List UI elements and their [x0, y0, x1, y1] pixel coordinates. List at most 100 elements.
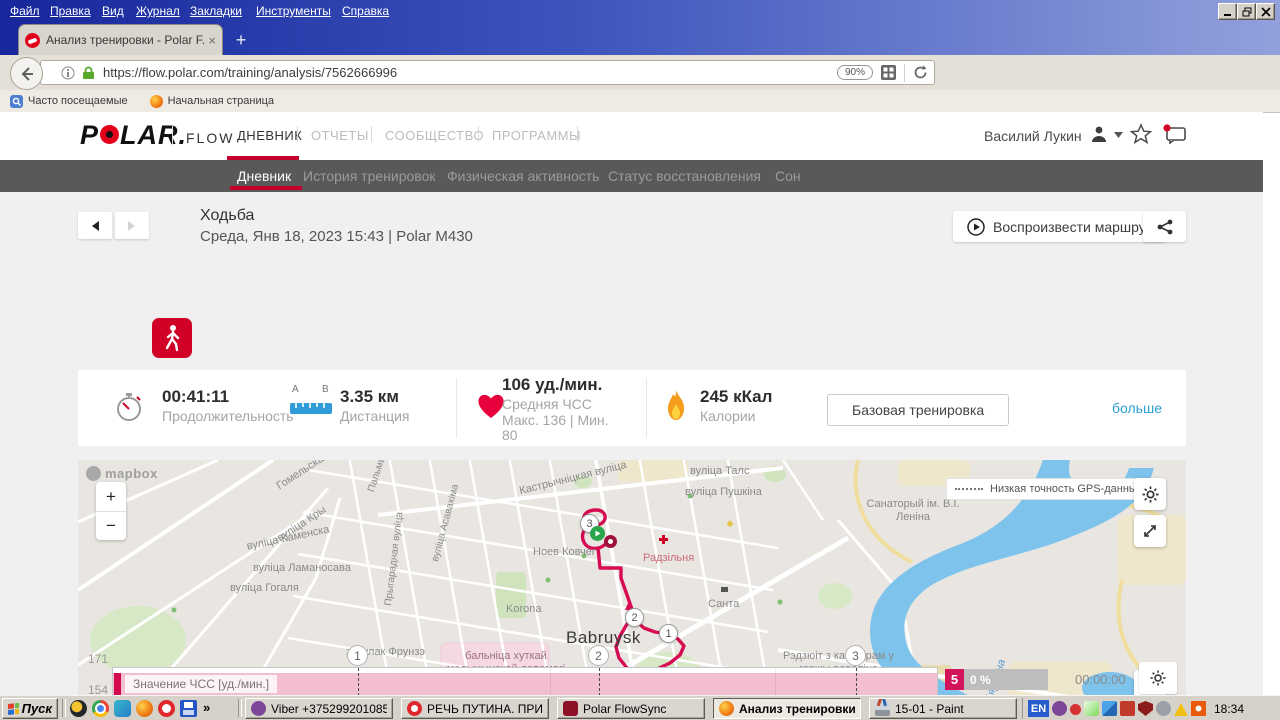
- map-zoom-in-button[interactable]: +: [96, 482, 126, 512]
- nav-diary[interactable]: ДНЕВНИК: [237, 128, 302, 143]
- tray-icon-3[interactable]: [1084, 701, 1099, 716]
- task-label: Viber +375299201085: [271, 701, 387, 716]
- subnav-sleep[interactable]: Сон: [775, 168, 801, 184]
- language-indicator[interactable]: EN: [1028, 700, 1049, 717]
- task-label: Анализ тренировки ...: [739, 701, 855, 716]
- menu-view[interactable]: Вид: [102, 4, 124, 18]
- subnav-diary[interactable]: Дневник: [237, 168, 291, 184]
- poi-label-noev-kovcheg: Ноев Ковчег: [533, 546, 596, 558]
- chart-y-tick-171: 171: [87, 652, 108, 666]
- start-button[interactable]: Пуск: [2, 698, 58, 719]
- quicklaunch-icon-3[interactable]: [114, 700, 131, 717]
- quicklaunch-firefox-icon[interactable]: [136, 700, 153, 717]
- page-info-icon[interactable]: [61, 66, 75, 80]
- back-button[interactable]: [10, 57, 43, 90]
- more-link[interactable]: больше: [1112, 400, 1162, 416]
- menu-bookmarks[interactable]: Закладки: [190, 4, 242, 18]
- tray-icon-7[interactable]: [1156, 701, 1171, 716]
- mapbox-logo[interactable]: mapbox: [86, 466, 158, 481]
- prev-training-button[interactable]: [78, 212, 112, 239]
- next-arrow-icon: [128, 220, 135, 231]
- tray-icon-5[interactable]: [1120, 701, 1135, 716]
- menu-edit[interactable]: Правка: [50, 4, 91, 18]
- notifications-icon[interactable]: [1163, 124, 1187, 144]
- training-benefit-button[interactable]: Базовая тренировка: [827, 394, 1010, 426]
- bookmark-frequent[interactable]: Часто посещаемые: [10, 94, 128, 108]
- tray-viber-icon[interactable]: [1052, 701, 1067, 716]
- map-zoom-out-button[interactable]: −: [96, 512, 126, 540]
- taskbar-divider: [238, 699, 242, 717]
- user-name[interactable]: Василий Лукин: [984, 128, 1082, 144]
- quicklaunch-chrome-icon[interactable]: [92, 700, 109, 717]
- zoom-level-badge[interactable]: 90%: [836, 65, 873, 80]
- quicklaunch-overflow-chevron[interactable]: »: [203, 700, 210, 715]
- desktop: Файл Правка Вид Журнал Закладки Инструме…: [0, 0, 1280, 720]
- subnav-physical-activity[interactable]: Физическая активность: [447, 168, 599, 184]
- close-icon: [1260, 6, 1271, 17]
- task-flowsync[interactable]: Polar FlowSync: [557, 698, 705, 719]
- url-bar[interactable]: https://flow.polar.com/training/analysis…: [40, 60, 935, 85]
- nav-community[interactable]: СООБЩЕСТВО: [385, 128, 484, 143]
- user-caret-down-icon[interactable]: [1114, 132, 1123, 138]
- chart-settings-button[interactable]: [1139, 662, 1177, 694]
- quicklaunch-opera-icon[interactable]: [158, 700, 175, 717]
- poi-label-korona: Korona: [506, 603, 542, 615]
- task-paint[interactable]: 15-01 - Paint: [869, 698, 1017, 719]
- window-restore-button[interactable]: [1237, 3, 1256, 20]
- polar-favicon: [25, 32, 40, 48]
- calories-value: 245 кКал: [700, 387, 773, 406]
- chart-gridline: [550, 668, 551, 695]
- nav-reports[interactable]: ОТЧЕТЫ: [311, 128, 369, 143]
- city-label: Babruysk: [566, 628, 641, 647]
- sport-name: Ходьба: [200, 207, 255, 224]
- menu-tools[interactable]: Инструменты: [256, 4, 331, 18]
- next-training-button[interactable]: [115, 212, 149, 239]
- poi-label-sanatorium: Санаторый ім. В.І. Леніна: [866, 498, 960, 523]
- share-icon: [1157, 219, 1172, 234]
- polar-logo-o: [100, 125, 120, 144]
- favorites-star-icon[interactable]: [1130, 123, 1152, 145]
- tray-icon-9[interactable]: [1191, 701, 1206, 716]
- hr-value: 106 уд./мин.: [502, 375, 603, 394]
- subnav-recovery-status[interactable]: Статус восстановления: [608, 168, 761, 184]
- tray-warning-icon[interactable]: [1174, 702, 1188, 716]
- tray-icon-4[interactable]: [1102, 701, 1117, 716]
- hr-series-start-bar: [114, 673, 121, 695]
- map-settings-button[interactable]: [1134, 478, 1166, 510]
- new-tab-button[interactable]: +: [229, 28, 253, 52]
- menu-history[interactable]: Журнал: [136, 4, 180, 18]
- tray-shield-icon[interactable]: [1138, 701, 1153, 716]
- quicklaunch-icon-1[interactable]: [70, 700, 87, 717]
- task-viber[interactable]: Viber +375299201085: [245, 698, 393, 719]
- subnav-training-history[interactable]: История тренировок: [303, 168, 435, 184]
- reload-icon[interactable]: [913, 65, 928, 80]
- task-opera-video[interactable]: РЕЧЬ ПУТИНА. ПРИГО...: [401, 698, 549, 719]
- share-button[interactable]: [1143, 211, 1186, 242]
- bookmark-label: Часто посещаемые: [28, 95, 128, 107]
- polar-logo[interactable]: P LAR.: [80, 120, 187, 151]
- map-zoom-controls: + −: [96, 482, 126, 540]
- menu-help[interactable]: Справка: [342, 4, 389, 18]
- bookmark-home-page[interactable]: Начальная страница: [149, 94, 274, 108]
- task-label: 15-01 - Paint: [895, 701, 964, 716]
- window-minimize-button[interactable]: [1218, 3, 1237, 20]
- tab-close-icon[interactable]: ×: [208, 33, 216, 48]
- grid-icon[interactable]: [881, 65, 896, 80]
- hr-chart-plot[interactable]: Значение ЧСС [уд./мин.]: [112, 667, 938, 695]
- tray-clock[interactable]: 18:34: [1214, 702, 1244, 716]
- play-circle-icon: [967, 217, 985, 236]
- task-analysis-active[interactable]: Анализ тренировки ...: [713, 698, 861, 719]
- route-map[interactable]: Гомельская вуліца Кры Кастрычніцкая вулі…: [78, 460, 1186, 695]
- nav-programs[interactable]: ПРОГРАММЫ: [492, 128, 581, 143]
- user-avatar-icon[interactable]: [1090, 125, 1108, 143]
- play-route-button[interactable]: Воспроизвести маршрут: [953, 211, 1167, 242]
- firefox-icon: [149, 94, 163, 108]
- map-fullscreen-button[interactable]: [1134, 515, 1166, 547]
- tray-icon-2[interactable]: [1070, 704, 1081, 715]
- browser-tab[interactable]: Анализ тренировки - Polar F... ×: [18, 24, 223, 55]
- chart-gridline: [775, 668, 776, 695]
- window-close-button[interactable]: [1256, 3, 1275, 20]
- menu-file[interactable]: Файл: [10, 4, 40, 18]
- https-lock-icon[interactable]: [82, 66, 95, 80]
- quicklaunch-save-icon[interactable]: [180, 700, 197, 717]
